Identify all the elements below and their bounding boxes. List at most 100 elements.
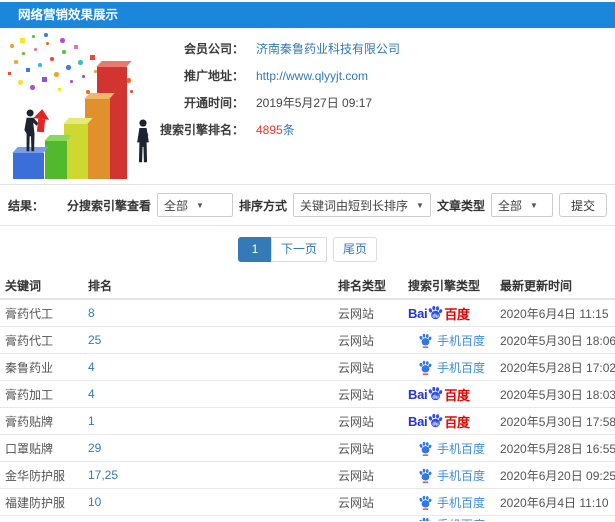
table-header-cell: 排名 [88, 278, 113, 293]
baidu-paw-icon [419, 517, 432, 521]
engine-filter-select[interactable]: 全部 ▼ [156, 193, 233, 217]
info-value-link[interactable]: 济南秦鲁药业科技有限公司 [256, 42, 400, 56]
baidu-logo-text-cn: 百度 [444, 387, 470, 403]
baidu-mobile-label: 手机百度 [437, 360, 486, 375]
confetti-dot [38, 63, 42, 67]
confetti-dot [50, 57, 54, 61]
confetti-dot [20, 38, 25, 43]
rank-cell: 1 [88, 414, 338, 428]
filter-controls: 分搜索引擎查看 全部 ▼ 排序方式 关键词由短到长排序 ▼ 文章类型 全部 ▼ … [67, 193, 607, 217]
keyword-cell: 膏药加工 [5, 387, 54, 402]
article-filter-select[interactable]: 全部 ▼ [490, 193, 553, 217]
baidu-paw-icon: du [429, 386, 443, 400]
confetti-dot [46, 42, 49, 45]
bar-blue [13, 153, 44, 179]
baidu-paw-icon: du [429, 413, 443, 427]
baidu-paw-icon: du [429, 305, 443, 319]
engine-cell: Bai du 百度 [400, 412, 500, 431]
baidu-pc-logo: Bai du 百度 [408, 385, 470, 404]
updated-cell: 2020年5月30日 18:03 [500, 387, 615, 402]
pagination: 1 下一页 尾页 [0, 226, 615, 272]
rank-link[interactable]: 4 [88, 387, 95, 401]
confetti-dot [74, 45, 78, 49]
confetti-dot [78, 60, 83, 65]
rank-link[interactable]: 4 [88, 360, 95, 374]
rank-type-cell: 云网站 [338, 441, 375, 456]
bar-orange [85, 99, 110, 179]
confetti-dot [32, 35, 35, 38]
rank-type-cell: 云网站 [338, 387, 375, 402]
article-filter-value: 全部 [497, 198, 522, 213]
confetti-dot [14, 60, 18, 64]
rank-cell: 29 [88, 441, 338, 455]
confetti-dot [58, 88, 61, 91]
header-bar: 网络营销效果展示 [0, 2, 615, 28]
keyword-cell: 口罩贴牌 [5, 441, 54, 456]
baidu-mobile-label: 手机百度 [437, 516, 485, 521]
info-value: 2019年5月27日 09:17 [256, 96, 373, 110]
baidu-mobile-logo: 手机百度 [418, 440, 485, 457]
page-current[interactable]: 1 [237, 236, 272, 262]
confetti-dot [10, 44, 14, 48]
baidu-logo-text-cn: 百度 [444, 306, 470, 322]
rank-cell: 4 [88, 360, 338, 374]
table-row: 膏药代工 25 云网站 手机百度 2020年5月30日 18:06 [0, 326, 615, 353]
rank-link[interactable]: 1 [88, 414, 95, 428]
table-header-cell: 排名类型 [338, 278, 387, 293]
engine-cell: 手机百度 [400, 332, 500, 349]
submit-button[interactable]: 提交 [558, 193, 607, 217]
rank-count: 4895 [256, 123, 283, 137]
info-value: 济南秦鲁药业科技有限公司 [256, 40, 400, 57]
engine-cell: 手机百度 [400, 516, 500, 521]
rank-link[interactable]: 17,25 [88, 468, 118, 482]
page-last-button[interactable]: 尾页 [333, 236, 378, 262]
confetti-dot [34, 48, 37, 51]
member-info: 会员公司： 济南秦鲁药业科技有限公司 推广地址： http://www.qlyyjt.… [140, 35, 400, 143]
rank-type-cell: 云网站 [338, 360, 375, 375]
engine-cell: 手机百度 [400, 359, 500, 376]
rank-link[interactable]: 29 [88, 441, 101, 455]
baidu-mobile-label: 手机百度 [437, 495, 486, 510]
info-label: 会员公司： [183, 42, 244, 56]
confetti-dot [42, 77, 47, 82]
info-row: 推广地址： http://www.qlyyjt.com [140, 62, 400, 89]
confetti-dot [30, 85, 35, 90]
sort-filter-label: 排序方式 [238, 198, 287, 213]
table-header-row: 关键词 排名 排名类型 搜索引擎类型 最新更新时间 [0, 272, 615, 298]
rank-cell: 8 [88, 306, 338, 320]
baidu-paw-icon [419, 441, 432, 456]
updated-cell: 2020年5月30日 17:58 [500, 414, 615, 429]
svg-text:du: du [433, 421, 439, 427]
rank-link[interactable]: 8 [88, 306, 95, 320]
rank-count-suffix: 条 [282, 123, 295, 137]
page-next-button[interactable]: 下一页 [270, 236, 327, 262]
rank-link[interactable]: 25 [88, 333, 101, 347]
baidu-mobile-label: 手机百度 [437, 468, 486, 483]
baidu-paw-icon [419, 495, 432, 510]
updated-cell: 2020年6月4日 11:10 [500, 495, 609, 510]
rank-link[interactable]: 10 [88, 495, 101, 509]
table-row-partial: 手机百度 [0, 515, 615, 521]
filter-bar: 结果： 分搜索引擎查看 全部 ▼ 排序方式 关键词由短到长排序 ▼ 文章类型 全… [0, 184, 615, 226]
rank-type-cell: 云网站 [338, 468, 375, 483]
baidu-pc-logo: Bai du 百度 [408, 304, 470, 323]
table-row: 福建防护服 10 云网站 手机百度 2020年6月4日 11:10 [0, 488, 615, 515]
updated-cell: 2020年6月20日 09:25 [500, 468, 615, 483]
rank-type-cell: 云网站 [338, 495, 375, 510]
bar-yellow [64, 124, 88, 179]
baidu-mobile-logo: 手机百度 [418, 359, 485, 376]
baidu-paw-icon [419, 360, 432, 375]
info-value-link[interactable]: http://www.qlyyjt.com [256, 69, 368, 83]
info-value: http://www.qlyyjt.com [256, 69, 368, 83]
rank-type-cell: 云网站 [338, 333, 375, 348]
table-row: 膏药贴牌 1 云网站 Bai du 百度 2020年5月30日 17:58 [0, 407, 615, 434]
sort-filter-select[interactable]: 关键词由短到长排序 ▼ [292, 193, 431, 217]
engine-filter-value: 全部 [163, 198, 188, 213]
rank-type-cell: 云网站 [338, 306, 375, 321]
keyword-cell: 福建防护服 [5, 495, 66, 510]
baidu-logo-text-cn: 百度 [444, 414, 470, 430]
info-label: 推广地址： [183, 69, 244, 83]
confetti-dot [60, 38, 65, 43]
page-title: 网络营销效果展示 [18, 8, 119, 22]
table-header-cell: 搜索引擎类型 [408, 278, 481, 293]
